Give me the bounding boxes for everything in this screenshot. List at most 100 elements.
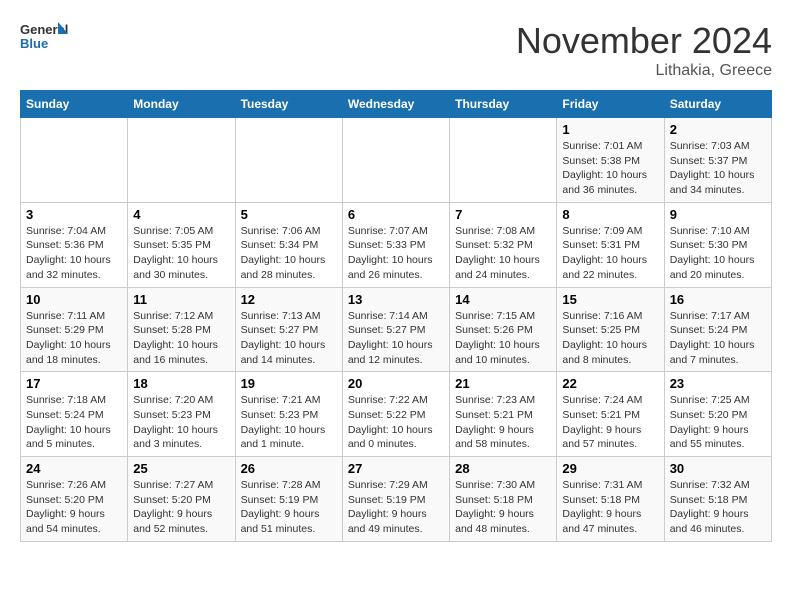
day-number: 10 bbox=[26, 292, 122, 307]
day-cell: 18 Sunrise: 7:20 AMSunset: 5:23 PMDayligh… bbox=[128, 372, 235, 457]
day-cell bbox=[128, 118, 235, 203]
day-number: 28 bbox=[455, 461, 551, 476]
day-number: 21 bbox=[455, 376, 551, 391]
day-cell: 17 Sunrise: 7:18 AMSunset: 5:24 PMDayligh… bbox=[21, 372, 128, 457]
day-number: 13 bbox=[348, 292, 444, 307]
day-info: Sunrise: 7:29 AMSunset: 5:19 PMDaylight:… bbox=[348, 478, 444, 537]
day-info: Sunrise: 7:22 AMSunset: 5:22 PMDaylight:… bbox=[348, 393, 444, 452]
day-cell: 27 Sunrise: 7:29 AMSunset: 5:19 PMDayligh… bbox=[342, 457, 449, 542]
day-cell: 2 Sunrise: 7:03 AMSunset: 5:37 PMDaylight… bbox=[664, 118, 771, 203]
day-cell: 22 Sunrise: 7:24 AMSunset: 5:21 PMDayligh… bbox=[557, 372, 664, 457]
logo: General Blue bbox=[20, 20, 72, 56]
day-number: 29 bbox=[562, 461, 658, 476]
day-info: Sunrise: 7:04 AMSunset: 5:36 PMDaylight:… bbox=[26, 224, 122, 283]
day-info: Sunrise: 7:25 AMSunset: 5:20 PMDaylight:… bbox=[670, 393, 766, 452]
day-info: Sunrise: 7:07 AMSunset: 5:33 PMDaylight:… bbox=[348, 224, 444, 283]
week-row-5: 24 Sunrise: 7:26 AMSunset: 5:20 PMDayligh… bbox=[21, 457, 772, 542]
day-info: Sunrise: 7:05 AMSunset: 5:35 PMDaylight:… bbox=[133, 224, 229, 283]
day-cell: 28 Sunrise: 7:30 AMSunset: 5:18 PMDayligh… bbox=[450, 457, 557, 542]
day-number: 1 bbox=[562, 122, 658, 137]
day-cell: 9 Sunrise: 7:10 AMSunset: 5:30 PMDaylight… bbox=[664, 202, 771, 287]
week-row-1: 1 Sunrise: 7:01 AMSunset: 5:38 PMDaylight… bbox=[21, 118, 772, 203]
day-info: Sunrise: 7:13 AMSunset: 5:27 PMDaylight:… bbox=[241, 309, 337, 368]
day-info: Sunrise: 7:17 AMSunset: 5:24 PMDaylight:… bbox=[670, 309, 766, 368]
day-cell: 23 Sunrise: 7:25 AMSunset: 5:20 PMDayligh… bbox=[664, 372, 771, 457]
svg-text:Blue: Blue bbox=[20, 36, 48, 51]
day-info: Sunrise: 7:31 AMSunset: 5:18 PMDaylight:… bbox=[562, 478, 658, 537]
col-header-tuesday: Tuesday bbox=[235, 91, 342, 118]
day-number: 7 bbox=[455, 207, 551, 222]
page-header: General Blue November 2024 Lithakia, Gre… bbox=[20, 20, 772, 80]
day-cell: 1 Sunrise: 7:01 AMSunset: 5:38 PMDaylight… bbox=[557, 118, 664, 203]
col-header-friday: Friday bbox=[557, 91, 664, 118]
day-cell: 15Sunrise: 7:16 AMSunset: 5:25 PMDayligh… bbox=[557, 287, 664, 372]
day-info: Sunrise: 7:15 AMSunset: 5:26 PMDaylight:… bbox=[455, 309, 551, 368]
day-info: Sunrise: 7:14 AMSunset: 5:27 PMDaylight:… bbox=[348, 309, 444, 368]
day-cell: 19 Sunrise: 7:21 AMSunset: 5:23 PMDayligh… bbox=[235, 372, 342, 457]
week-row-2: 3 Sunrise: 7:04 AMSunset: 5:36 PMDaylight… bbox=[21, 202, 772, 287]
day-number: 8 bbox=[562, 207, 658, 222]
day-cell bbox=[342, 118, 449, 203]
day-number: 5 bbox=[241, 207, 337, 222]
day-number: 12 bbox=[241, 292, 337, 307]
day-info: Sunrise: 7:32 AMSunset: 5:18 PMDaylight:… bbox=[670, 478, 766, 537]
day-cell: 7 Sunrise: 7:08 AMSunset: 5:32 PMDaylight… bbox=[450, 202, 557, 287]
day-info: Sunrise: 7:11 AMSunset: 5:29 PMDaylight:… bbox=[26, 309, 122, 368]
day-cell: 11Sunrise: 7:12 AMSunset: 5:28 PMDayligh… bbox=[128, 287, 235, 372]
day-cell: 16 Sunrise: 7:17 AMSunset: 5:24 PMDayligh… bbox=[664, 287, 771, 372]
day-number: 23 bbox=[670, 376, 766, 391]
day-number: 25 bbox=[133, 461, 229, 476]
day-info: Sunrise: 7:09 AMSunset: 5:31 PMDaylight:… bbox=[562, 224, 658, 283]
day-cell: 4 Sunrise: 7:05 AMSunset: 5:35 PMDaylight… bbox=[128, 202, 235, 287]
day-info: Sunrise: 7:26 AMSunset: 5:20 PMDaylight:… bbox=[26, 478, 122, 537]
day-info: Sunrise: 7:28 AMSunset: 5:19 PMDaylight:… bbox=[241, 478, 337, 537]
day-info: Sunrise: 7:18 AMSunset: 5:24 PMDaylight:… bbox=[26, 393, 122, 452]
day-info: Sunrise: 7:24 AMSunset: 5:21 PMDaylight:… bbox=[562, 393, 658, 452]
day-number: 2 bbox=[670, 122, 766, 137]
day-info: Sunrise: 7:16 AMSunset: 5:25 PMDaylight:… bbox=[562, 309, 658, 368]
day-number: 16 bbox=[670, 292, 766, 307]
day-info: Sunrise: 7:06 AMSunset: 5:34 PMDaylight:… bbox=[241, 224, 337, 283]
day-info: Sunrise: 7:01 AMSunset: 5:38 PMDaylight:… bbox=[562, 139, 658, 198]
day-cell: 25 Sunrise: 7:27 AMSunset: 5:20 PMDayligh… bbox=[128, 457, 235, 542]
week-row-4: 17 Sunrise: 7:18 AMSunset: 5:24 PMDayligh… bbox=[21, 372, 772, 457]
day-info: Sunrise: 7:12 AMSunset: 5:28 PMDaylight:… bbox=[133, 309, 229, 368]
day-info: Sunrise: 7:30 AMSunset: 5:18 PMDaylight:… bbox=[455, 478, 551, 537]
location-subtitle: Lithakia, Greece bbox=[516, 62, 772, 80]
day-cell: 13 Sunrise: 7:14 AMSunset: 5:27 PMDayligh… bbox=[342, 287, 449, 372]
day-info: Sunrise: 7:23 AMSunset: 5:21 PMDaylight:… bbox=[455, 393, 551, 452]
day-number: 18 bbox=[133, 376, 229, 391]
day-number: 27 bbox=[348, 461, 444, 476]
day-number: 17 bbox=[26, 376, 122, 391]
day-info: Sunrise: 7:21 AMSunset: 5:23 PMDaylight:… bbox=[241, 393, 337, 452]
day-number: 24 bbox=[26, 461, 122, 476]
col-header-monday: Monday bbox=[128, 91, 235, 118]
day-info: Sunrise: 7:27 AMSunset: 5:20 PMDaylight:… bbox=[133, 478, 229, 537]
day-cell bbox=[235, 118, 342, 203]
day-number: 20 bbox=[348, 376, 444, 391]
day-number: 6 bbox=[348, 207, 444, 222]
day-number: 22 bbox=[562, 376, 658, 391]
day-cell: 20 Sunrise: 7:22 AMSunset: 5:22 PMDayligh… bbox=[342, 372, 449, 457]
day-cell: 21 Sunrise: 7:23 AMSunset: 5:21 PMDayligh… bbox=[450, 372, 557, 457]
day-number: 19 bbox=[241, 376, 337, 391]
day-number: 9 bbox=[670, 207, 766, 222]
week-row-3: 10 Sunrise: 7:11 AMSunset: 5:29 PMDayligh… bbox=[21, 287, 772, 372]
day-number: 4 bbox=[133, 207, 229, 222]
day-info: Sunrise: 7:08 AMSunset: 5:32 PMDaylight:… bbox=[455, 224, 551, 283]
title-block: November 2024 Lithakia, Greece bbox=[516, 20, 772, 80]
day-info: Sunrise: 7:03 AMSunset: 5:37 PMDaylight:… bbox=[670, 139, 766, 198]
day-cell: 24 Sunrise: 7:26 AMSunset: 5:20 PMDayligh… bbox=[21, 457, 128, 542]
day-number: 3 bbox=[26, 207, 122, 222]
col-header-sunday: Sunday bbox=[21, 91, 128, 118]
col-header-wednesday: Wednesday bbox=[342, 91, 449, 118]
day-cell: 8 Sunrise: 7:09 AMSunset: 5:31 PMDaylight… bbox=[557, 202, 664, 287]
day-number: 30 bbox=[670, 461, 766, 476]
logo-icon: General Blue bbox=[20, 20, 68, 56]
day-info: Sunrise: 7:10 AMSunset: 5:30 PMDaylight:… bbox=[670, 224, 766, 283]
day-info: Sunrise: 7:20 AMSunset: 5:23 PMDaylight:… bbox=[133, 393, 229, 452]
day-cell: 26Sunrise: 7:28 AMSunset: 5:19 PMDayligh… bbox=[235, 457, 342, 542]
day-cell: 3 Sunrise: 7:04 AMSunset: 5:36 PMDaylight… bbox=[21, 202, 128, 287]
col-header-thursday: Thursday bbox=[450, 91, 557, 118]
day-number: 14 bbox=[455, 292, 551, 307]
